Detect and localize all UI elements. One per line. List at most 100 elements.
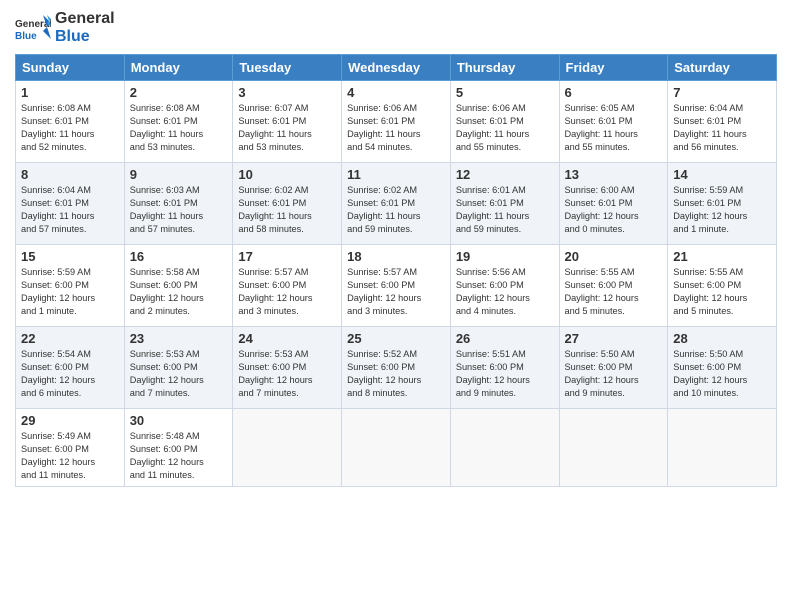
calendar-cell: 2 Sunrise: 6:08 AM Sunset: 6:01 PM Daylig…	[124, 81, 233, 163]
day-info: Sunrise: 6:08 AM Sunset: 6:01 PM Dayligh…	[21, 102, 119, 154]
day-info: Sunrise: 5:59 AM Sunset: 6:01 PM Dayligh…	[673, 184, 771, 236]
day-number: 30	[130, 413, 228, 428]
day-number: 28	[673, 331, 771, 346]
day-number: 29	[21, 413, 119, 428]
day-info: Sunrise: 6:08 AM Sunset: 6:01 PM Dayligh…	[130, 102, 228, 154]
calendar-cell: 5 Sunrise: 6:06 AM Sunset: 6:01 PM Daylig…	[450, 81, 559, 163]
day-info: Sunrise: 5:57 AM Sunset: 6:00 PM Dayligh…	[347, 266, 445, 318]
day-info: Sunrise: 5:50 AM Sunset: 6:00 PM Dayligh…	[673, 348, 771, 400]
day-number: 6	[565, 85, 663, 100]
day-info: Sunrise: 6:03 AM Sunset: 6:01 PM Dayligh…	[130, 184, 228, 236]
day-info: Sunrise: 6:06 AM Sunset: 6:01 PM Dayligh…	[347, 102, 445, 154]
calendar-cell: 29Sunrise: 5:49 AM Sunset: 6:00 PM Dayli…	[16, 409, 125, 487]
calendar-cell: 24 Sunrise: 5:53 AM Sunset: 6:00 PM Dayli…	[233, 327, 342, 409]
weekday-friday: Friday	[559, 55, 668, 81]
day-info: Sunrise: 6:04 AM Sunset: 6:01 PM Dayligh…	[673, 102, 771, 154]
weekday-saturday: Saturday	[668, 55, 777, 81]
calendar-cell: 19 Sunrise: 5:56 AM Sunset: 6:00 PM Dayli…	[450, 245, 559, 327]
day-info: Sunrise: 5:48 AM Sunset: 6:00 PM Dayligh…	[130, 430, 228, 482]
day-number: 24	[238, 331, 336, 346]
page-header: General Blue General Blue	[15, 10, 777, 46]
day-number: 19	[456, 249, 554, 264]
day-info: Sunrise: 5:52 AM Sunset: 6:00 PM Dayligh…	[347, 348, 445, 400]
calendar-cell: 14 Sunrise: 5:59 AM Sunset: 6:01 PM Dayli…	[668, 163, 777, 245]
calendar-cell: 26 Sunrise: 5:51 AM Sunset: 6:00 PM Dayli…	[450, 327, 559, 409]
day-number: 15	[21, 249, 119, 264]
calendar-cell	[668, 409, 777, 487]
calendar-cell: 23 Sunrise: 5:53 AM Sunset: 6:00 PM Dayli…	[124, 327, 233, 409]
day-number: 1	[21, 85, 119, 100]
day-number: 26	[456, 331, 554, 346]
day-info: Sunrise: 6:06 AM Sunset: 6:01 PM Dayligh…	[456, 102, 554, 154]
day-info: Sunrise: 5:55 AM Sunset: 6:00 PM Dayligh…	[565, 266, 663, 318]
day-info: Sunrise: 6:05 AM Sunset: 6:01 PM Dayligh…	[565, 102, 663, 154]
day-number: 25	[347, 331, 445, 346]
day-number: 23	[130, 331, 228, 346]
calendar-cell: 7 Sunrise: 6:04 AM Sunset: 6:01 PM Daylig…	[668, 81, 777, 163]
weekday-header-row: SundayMondayTuesdayWednesdayThursdayFrid…	[16, 55, 777, 81]
day-number: 10	[238, 167, 336, 182]
day-info: Sunrise: 5:51 AM Sunset: 6:00 PM Dayligh…	[456, 348, 554, 400]
day-info: Sunrise: 6:00 AM Sunset: 6:01 PM Dayligh…	[565, 184, 663, 236]
calendar-cell: 11 Sunrise: 6:02 AM Sunset: 6:01 PM Dayli…	[342, 163, 451, 245]
day-number: 22	[21, 331, 119, 346]
day-info: Sunrise: 5:59 AM Sunset: 6:00 PM Dayligh…	[21, 266, 119, 318]
day-info: Sunrise: 6:02 AM Sunset: 6:01 PM Dayligh…	[347, 184, 445, 236]
day-number: 13	[565, 167, 663, 182]
day-number: 12	[456, 167, 554, 182]
calendar-cell	[233, 409, 342, 487]
calendar-cell: 15 Sunrise: 5:59 AM Sunset: 6:00 PM Dayli…	[16, 245, 125, 327]
day-info: Sunrise: 5:55 AM Sunset: 6:00 PM Dayligh…	[673, 266, 771, 318]
day-number: 7	[673, 85, 771, 100]
logo-icon: General Blue	[15, 13, 51, 43]
calendar-cell: 28 Sunrise: 5:50 AM Sunset: 6:00 PM Dayli…	[668, 327, 777, 409]
weekday-thursday: Thursday	[450, 55, 559, 81]
day-info: Sunrise: 6:02 AM Sunset: 6:01 PM Dayligh…	[238, 184, 336, 236]
day-info: Sunrise: 5:54 AM Sunset: 6:00 PM Dayligh…	[21, 348, 119, 400]
calendar-cell: 8 Sunrise: 6:04 AM Sunset: 6:01 PM Daylig…	[16, 163, 125, 245]
day-info: Sunrise: 6:01 AM Sunset: 6:01 PM Dayligh…	[456, 184, 554, 236]
day-number: 11	[347, 167, 445, 182]
calendar-cell: 10 Sunrise: 6:02 AM Sunset: 6:01 PM Dayli…	[233, 163, 342, 245]
calendar-cell: 3 Sunrise: 6:07 AM Sunset: 6:01 PM Daylig…	[233, 81, 342, 163]
day-number: 3	[238, 85, 336, 100]
weekday-sunday: Sunday	[16, 55, 125, 81]
day-number: 18	[347, 249, 445, 264]
day-info: Sunrise: 5:56 AM Sunset: 6:00 PM Dayligh…	[456, 266, 554, 318]
day-number: 9	[130, 167, 228, 182]
day-info: Sunrise: 5:53 AM Sunset: 6:00 PM Dayligh…	[238, 348, 336, 400]
weekday-tuesday: Tuesday	[233, 55, 342, 81]
day-info: Sunrise: 5:57 AM Sunset: 6:00 PM Dayligh…	[238, 266, 336, 318]
day-number: 2	[130, 85, 228, 100]
logo-text: General Blue	[55, 10, 115, 46]
weekday-wednesday: Wednesday	[342, 55, 451, 81]
day-number: 4	[347, 85, 445, 100]
day-number: 27	[565, 331, 663, 346]
calendar-cell: 25 Sunrise: 5:52 AM Sunset: 6:00 PM Dayli…	[342, 327, 451, 409]
day-info: Sunrise: 6:07 AM Sunset: 6:01 PM Dayligh…	[238, 102, 336, 154]
day-info: Sunrise: 5:53 AM Sunset: 6:00 PM Dayligh…	[130, 348, 228, 400]
calendar-cell	[450, 409, 559, 487]
calendar-cell: 18 Sunrise: 5:57 AM Sunset: 6:00 PM Dayli…	[342, 245, 451, 327]
weekday-monday: Monday	[124, 55, 233, 81]
day-number: 20	[565, 249, 663, 264]
calendar-cell: 21Sunrise: 5:55 AM Sunset: 6:00 PM Dayli…	[668, 245, 777, 327]
calendar-cell: 6 Sunrise: 6:05 AM Sunset: 6:01 PM Daylig…	[559, 81, 668, 163]
calendar-cell: 9 Sunrise: 6:03 AM Sunset: 6:01 PM Daylig…	[124, 163, 233, 245]
day-number: 8	[21, 167, 119, 182]
svg-text:Blue: Blue	[15, 31, 37, 42]
day-number: 5	[456, 85, 554, 100]
calendar-cell: 30 Sunrise: 5:48 AM Sunset: 6:00 PM Dayli…	[124, 409, 233, 487]
day-info: Sunrise: 5:58 AM Sunset: 6:00 PM Dayligh…	[130, 266, 228, 318]
calendar-cell: 12 Sunrise: 6:01 AM Sunset: 6:01 PM Dayli…	[450, 163, 559, 245]
calendar-cell: 1 Sunrise: 6:08 AM Sunset: 6:01 PM Daylig…	[16, 81, 125, 163]
calendar-cell: 13 Sunrise: 6:00 AM Sunset: 6:01 PM Dayli…	[559, 163, 668, 245]
day-number: 14	[673, 167, 771, 182]
calendar-cell: 16Sunrise: 5:58 AM Sunset: 6:00 PM Dayli…	[124, 245, 233, 327]
calendar-cell: 22 Sunrise: 5:54 AM Sunset: 6:00 PM Dayli…	[16, 327, 125, 409]
calendar-table: SundayMondayTuesdayWednesdayThursdayFrid…	[15, 54, 777, 487]
calendar-cell	[559, 409, 668, 487]
day-info: Sunrise: 6:04 AM Sunset: 6:01 PM Dayligh…	[21, 184, 119, 236]
calendar-cell: 20 Sunrise: 5:55 AM Sunset: 6:00 PM Dayli…	[559, 245, 668, 327]
calendar-cell: 27Sunrise: 5:50 AM Sunset: 6:00 PM Dayli…	[559, 327, 668, 409]
